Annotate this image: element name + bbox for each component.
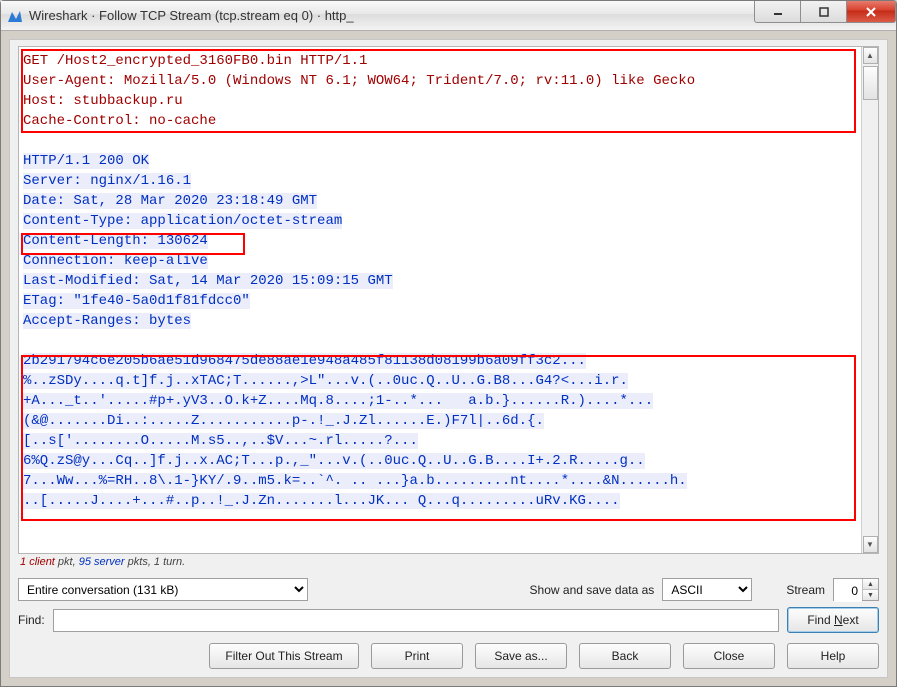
- window-title-group: Wireshark · Follow TCP Stream (tcp.strea…: [7, 8, 754, 24]
- stream-number-spinner[interactable]: ▲ ▼: [833, 578, 879, 601]
- help-button[interactable]: Help: [787, 643, 879, 669]
- find-row: Find: Find Next: [18, 607, 879, 633]
- find-next-button[interactable]: Find Next: [787, 607, 879, 633]
- scroll-up-button[interactable]: ▲: [863, 47, 878, 64]
- options-row: Entire conversation (131 kB) Show and sa…: [18, 578, 879, 601]
- conversation-select[interactable]: Entire conversation (131 kB): [18, 578, 308, 601]
- scroll-thumb[interactable]: [863, 66, 878, 100]
- packet-count-status: 1 client pkt, 95 server pkts, 1 turn.: [18, 554, 879, 572]
- http-response-headers-pre: HTTP/1.1 200 OK Server: nginx/1.16.1 Dat…: [23, 153, 342, 229]
- stream-label: Stream: [786, 583, 825, 597]
- wireshark-icon: [7, 8, 23, 24]
- titlebar: Wireshark · Follow TCP Stream (tcp.strea…: [1, 1, 896, 31]
- window-title: Wireshark · Follow TCP Stream (tcp.strea…: [29, 8, 354, 23]
- encoding-select[interactable]: ASCII: [662, 578, 752, 601]
- scroll-down-button[interactable]: ▼: [863, 536, 878, 553]
- stream-down-icon[interactable]: ▼: [863, 590, 878, 600]
- find-label: Find:: [18, 613, 45, 627]
- find-input[interactable]: [53, 609, 779, 632]
- filter-out-button[interactable]: Filter Out This Stream: [209, 643, 359, 669]
- button-row: Filter Out This Stream Print Save as... …: [18, 643, 879, 669]
- close-button[interactable]: [846, 1, 896, 23]
- show-save-label: Show and save data as: [530, 583, 655, 597]
- http-request-text: GET /Host2_encrypted_3160FB0.bin HTTP/1.…: [23, 53, 695, 129]
- minimize-button[interactable]: [754, 1, 800, 23]
- http-response-content-length: Content-Length: 130624: [23, 233, 208, 249]
- stream-text[interactable]: GET /Host2_encrypted_3160FB0.bin HTTP/1.…: [19, 47, 861, 553]
- stream-up-icon[interactable]: ▲: [863, 579, 878, 590]
- http-response-headers-post: Connection: keep-alive Last-Modified: Sa…: [23, 253, 393, 329]
- client-area: GET /Host2_encrypted_3160FB0.bin HTTP/1.…: [9, 39, 888, 678]
- maximize-button[interactable]: [800, 1, 846, 23]
- http-response-body: 2b291794c6e205b6ae51d968475de88ae1e948a4…: [23, 353, 687, 509]
- print-button[interactable]: Print: [371, 643, 463, 669]
- vertical-scrollbar[interactable]: ▲ ▼: [861, 47, 878, 553]
- stream-number-input[interactable]: [834, 579, 862, 602]
- save-as-button[interactable]: Save as...: [475, 643, 567, 669]
- back-button[interactable]: Back: [579, 643, 671, 669]
- stream-pane: GET /Host2_encrypted_3160FB0.bin HTTP/1.…: [18, 46, 879, 554]
- close-dialog-button[interactable]: Close: [683, 643, 775, 669]
- window-controls: [754, 1, 896, 30]
